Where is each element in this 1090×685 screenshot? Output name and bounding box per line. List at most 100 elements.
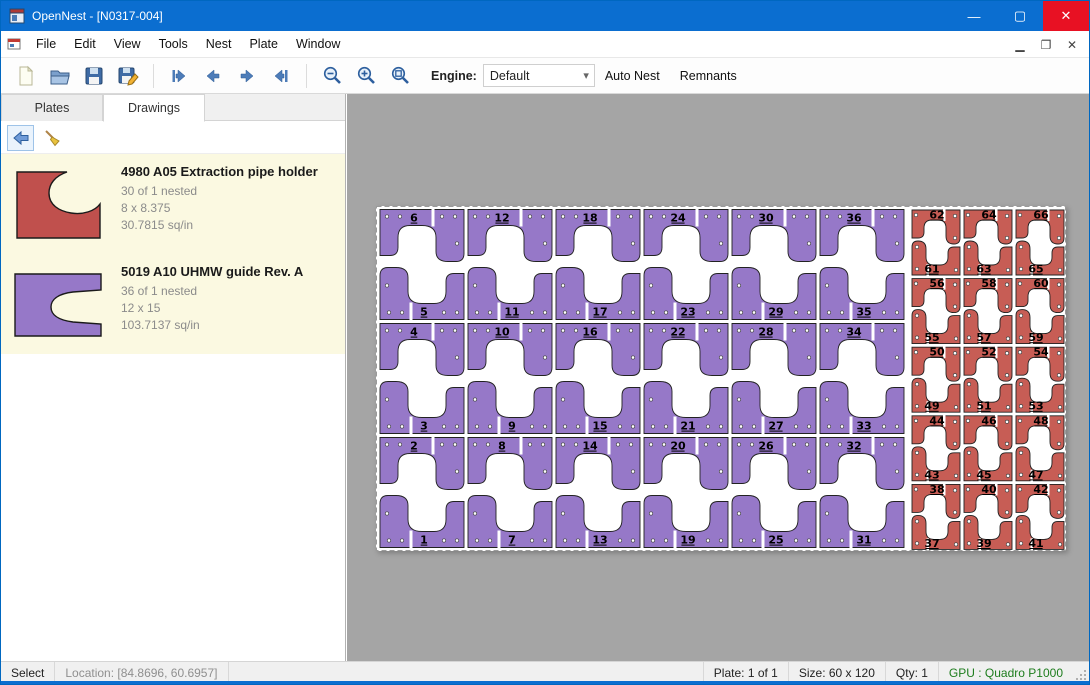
menu-bar: File Edit View Tools Nest Plate Window ▁…	[1, 31, 1089, 58]
engine-label: Engine:	[431, 69, 477, 83]
save-button[interactable]	[79, 61, 109, 91]
svg-text:51: 51	[976, 400, 991, 413]
auto-nest-button[interactable]: Auto Nest	[595, 63, 670, 89]
menu-tools[interactable]: Tools	[150, 32, 197, 56]
status-plate: Plate: 1 of 1	[703, 662, 788, 683]
mdi-close-button[interactable]: ✕	[1059, 38, 1085, 52]
menu-window[interactable]: Window	[287, 32, 349, 56]
svg-text:19: 19	[680, 534, 695, 547]
svg-text:25: 25	[768, 534, 783, 547]
drawing-item-uhmw-guide[interactable]: 5019 A10 UHMW guide Rev. A 36 of 1 neste…	[1, 254, 345, 354]
last-plate-button[interactable]	[266, 61, 296, 91]
engine-dropdown[interactable]: Default ▾	[483, 64, 595, 87]
last-arrow-icon	[271, 66, 291, 86]
tab-drawings[interactable]: Drawings	[103, 94, 205, 122]
svg-text:40: 40	[981, 483, 997, 496]
svg-text:46: 46	[981, 414, 997, 427]
panel-tabs: Plates Drawings	[1, 94, 345, 121]
svg-text:9: 9	[508, 420, 516, 433]
svg-text:62: 62	[929, 209, 944, 222]
svg-text:29: 29	[768, 306, 783, 319]
blue-arrow-left-icon	[11, 128, 31, 148]
window-title: OpenNest - [N0317-004]	[32, 9, 163, 23]
svg-text:64: 64	[981, 209, 997, 222]
drawing-item-extraction-pipe-holder[interactable]: 4980 A05 Extraction pipe holder 30 of 1 …	[1, 154, 345, 254]
svg-text:38: 38	[929, 483, 944, 496]
first-plate-button[interactable]	[164, 61, 194, 91]
document-icon	[7, 37, 21, 51]
svg-text:44: 44	[929, 414, 945, 427]
mdi-minimize-button[interactable]: ▁	[1007, 38, 1033, 52]
zoom-in-icon	[356, 65, 377, 86]
svg-text:52: 52	[981, 346, 996, 359]
drawing-thumbnail	[9, 262, 121, 346]
app-window: OpenNest - [N0317-004] — ▢ ✕ File Edit V…	[0, 0, 1090, 685]
svg-text:47: 47	[1028, 468, 1043, 481]
next-arrow-icon	[237, 66, 257, 86]
svg-text:11: 11	[504, 306, 519, 319]
svg-text:26: 26	[758, 440, 774, 453]
title-bar: OpenNest - [N0317-004] — ▢ ✕	[1, 1, 1089, 31]
next-plate-button[interactable]	[232, 61, 262, 91]
menu-edit[interactable]: Edit	[65, 32, 105, 56]
new-file-icon	[15, 65, 37, 87]
maximize-button[interactable]: ▢	[997, 1, 1043, 31]
window-border	[1, 681, 1089, 684]
save-as-button[interactable]	[113, 61, 143, 91]
resize-grip-icon[interactable]	[1073, 662, 1089, 683]
drawing-size: 12 x 15	[121, 300, 339, 317]
minimize-button[interactable]: —	[951, 1, 997, 31]
save-edit-icon	[117, 65, 139, 87]
window-controls: — ▢ ✕	[951, 1, 1089, 31]
nest-drawing[interactable]: 6512111817242330293635431091615222128273…	[376, 206, 1066, 551]
menu-plate[interactable]: Plate	[240, 32, 287, 56]
status-gpu: GPU : Quadro P1000	[938, 662, 1073, 683]
zoom-fit-icon	[390, 65, 411, 86]
mdi-restore-button[interactable]: ❐	[1033, 38, 1059, 52]
svg-text:59: 59	[1028, 331, 1043, 344]
svg-text:55: 55	[924, 331, 939, 344]
open-folder-icon	[49, 65, 71, 87]
zoom-in-button[interactable]	[351, 61, 381, 91]
svg-text:24: 24	[670, 212, 686, 225]
svg-text:53: 53	[1028, 400, 1043, 413]
menu-file[interactable]: File	[27, 32, 65, 56]
svg-text:37: 37	[924, 537, 939, 550]
svg-text:35: 35	[856, 306, 871, 319]
new-file-button[interactable]	[11, 61, 41, 91]
svg-text:10: 10	[494, 326, 510, 339]
svg-text:57: 57	[976, 331, 991, 344]
clear-nest-button[interactable]	[38, 125, 65, 151]
svg-text:22: 22	[670, 326, 685, 339]
status-qty: Qty: 1	[885, 662, 938, 683]
drawing-size: 8 x 8.375	[121, 200, 339, 217]
svg-text:45: 45	[976, 468, 991, 481]
svg-text:30: 30	[758, 212, 774, 225]
svg-text:15: 15	[592, 420, 607, 433]
svg-text:48: 48	[1033, 414, 1048, 427]
drawing-area: 103.7137 sq/in	[121, 317, 339, 334]
svg-text:56: 56	[929, 277, 945, 290]
open-file-button[interactable]	[45, 61, 75, 91]
plate[interactable]: 6512111817242330293635431091615222128273…	[376, 206, 1066, 551]
zoom-out-button[interactable]	[317, 61, 347, 91]
previous-plate-button[interactable]	[198, 61, 228, 91]
assign-drawing-button[interactable]	[7, 125, 34, 151]
menu-view[interactable]: View	[105, 32, 150, 56]
first-arrow-icon	[169, 66, 189, 86]
svg-text:63: 63	[976, 263, 991, 276]
previous-arrow-icon	[203, 66, 223, 86]
svg-text:4: 4	[410, 326, 418, 339]
svg-text:21: 21	[680, 420, 695, 433]
nest-canvas-area[interactable]: 6512111817242330293635431091615222128273…	[347, 94, 1089, 661]
drawing-title: 4980 A05 Extraction pipe holder	[121, 164, 339, 179]
menu-nest[interactable]: Nest	[197, 32, 241, 56]
remnants-button[interactable]: Remnants	[670, 63, 747, 89]
chevron-down-icon: ▾	[583, 69, 589, 82]
tab-plates[interactable]: Plates	[1, 94, 103, 121]
zoom-fit-button[interactable]	[385, 61, 415, 91]
red-part-icon	[9, 166, 109, 246]
svg-text:43: 43	[924, 468, 939, 481]
close-button[interactable]: ✕	[1043, 1, 1089, 31]
svg-text:2: 2	[410, 440, 418, 453]
